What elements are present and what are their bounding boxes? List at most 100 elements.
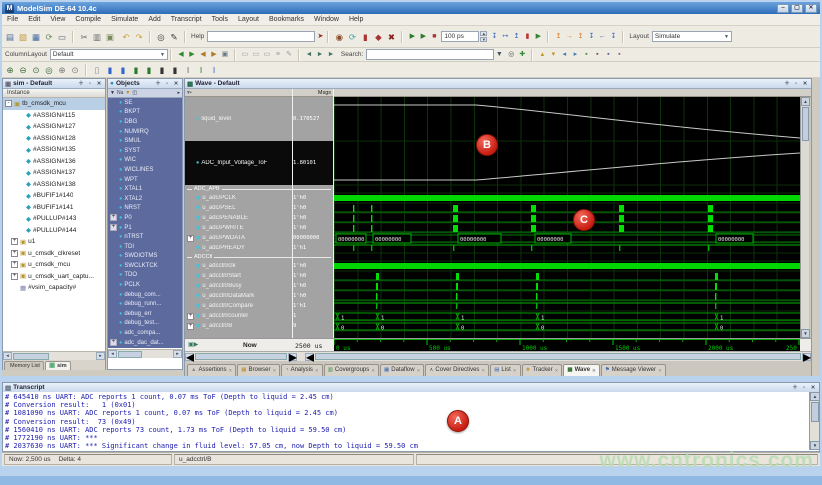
zoom-range-icon[interactable]: ◎ — [43, 64, 55, 76]
object-row[interactable]: ● WICLINES — [108, 165, 182, 175]
tree-item[interactable]: ◆ #PULLUP#144 — [3, 225, 105, 237]
cursor-i1-icon[interactable]: I — [182, 64, 194, 76]
run-stop-icon[interactable]: ■ — [429, 32, 439, 42]
scroll-right-icon[interactable]: ▸ — [96, 352, 105, 360]
expand-toggle[interactable]: + — [11, 261, 18, 268]
prev-transition-icon[interactable]: ◀ — [176, 50, 186, 60]
name-value-separator[interactable] — [292, 89, 293, 351]
wave-divider-adc-apb[interactable]: ADC_APB — [185, 185, 333, 193]
edit-grid-icon[interactable]: ≡ — [273, 50, 283, 60]
expand-toggle[interactable]: - — [5, 100, 12, 107]
scroll-down-icon[interactable]: ▼ — [801, 329, 810, 338]
scroll-left-icon[interactable]: ◂ — [185, 353, 194, 361]
bookmark-2-icon[interactable]: ▾ — [548, 50, 558, 60]
layout-select[interactable]: Simulate▼ — [652, 31, 732, 42]
objects-undock-icon[interactable]: ▫ — [163, 80, 171, 88]
wave-delete-icon[interactable]: ▮ — [156, 64, 168, 76]
tree-item[interactable]: ◆ #BUFIF1#141 — [3, 202, 105, 214]
edit-pen-icon[interactable]: ✎ — [284, 50, 294, 60]
compile-icon[interactable]: ◎ — [155, 31, 167, 43]
cursor-i2-icon[interactable]: I — [195, 64, 207, 76]
add-list-icon[interactable]: ▭ — [251, 50, 261, 60]
search-add-icon[interactable]: ✚ — [517, 50, 527, 60]
tree-item[interactable]: ◆ #ASSIGN#135 — [3, 144, 105, 156]
wave-row-psel[interactable]: ◆ u_adc/PSEL 1'h0 — [185, 203, 333, 213]
tree-item[interactable]: ◆ #PULLUP#143 — [3, 213, 105, 225]
tree-item-mcu[interactable]: + ▣ u_cmsdk_mcu — [3, 259, 105, 271]
wave-row-pwdata[interactable]: + ◆ u_adc/PWDATA 00000000 — [185, 233, 333, 243]
tab-browser[interactable]: ▦ Browser ✕ — [237, 364, 280, 376]
tab-message-viewer[interactable]: ⚑ Message Viewer ✕ — [601, 364, 666, 376]
prev-edge-icon[interactable]: ◀ — [198, 50, 208, 60]
kill-icon[interactable]: ◆ — [372, 31, 384, 43]
tree-item-clkreset[interactable]: + ▣ u_cmsdk_clkreset — [3, 248, 105, 260]
instance-column-header[interactable]: Instance — [3, 89, 105, 98]
tab-sim[interactable]: ▣ sim — [45, 361, 71, 370]
tab-close-icon[interactable]: ✕ — [592, 365, 596, 376]
run-length-field[interactable]: 100 ps — [441, 31, 479, 42]
object-row[interactable]: ● TDI — [108, 242, 182, 252]
scroll-left-icon[interactable]: ◂ — [3, 352, 12, 360]
find-all-icon[interactable]: ► — [326, 50, 336, 60]
zoom-cursor-icon[interactable]: ⊕ — [56, 64, 68, 76]
expand-toggle[interactable]: + — [110, 224, 117, 231]
object-row[interactable]: ● XTAL2 — [108, 194, 182, 204]
expand-toggle[interactable]: + — [187, 323, 194, 330]
run-length-spinner[interactable]: ▲▼ — [480, 31, 487, 42]
remove-all-icon[interactable]: ↧ — [608, 32, 618, 42]
menu-item[interactable]: File — [2, 14, 23, 26]
wave-canvas[interactable]: 0000000000000000000000000000000000000000… — [334, 97, 800, 338]
object-row[interactable]: + ● adc_dac_dat... — [108, 338, 182, 348]
wave-column-header[interactable]: ▾▪ Msgs — [185, 89, 811, 97]
expand-toggle[interactable]: + — [187, 235, 194, 242]
menu-item[interactable]: Transcript — [166, 14, 207, 26]
object-row[interactable]: ● SYST — [108, 146, 182, 156]
wave-header-icon[interactable]: ▾▪ — [187, 90, 192, 96]
tab-dataflow[interactable]: ▦ Dataflow ✕ — [380, 364, 424, 376]
insert-last-icon[interactable]: ↥ — [575, 32, 585, 42]
cursor-lock-icon[interactable]: ▣ — [220, 50, 230, 60]
expand-toggle[interactable]: + — [110, 339, 117, 346]
tab-close-icon[interactable]: ✕ — [315, 365, 319, 376]
wave-row-counter[interactable]: + ◆ u_adcctrl/counter 1 — [185, 311, 333, 321]
scroll-up-icon[interactable]: ▲ — [810, 392, 820, 401]
object-row[interactable]: ● debug_runn... — [108, 299, 182, 309]
menu-item[interactable]: Window — [309, 14, 344, 26]
wave-insert-icon[interactable]: ▮ — [143, 64, 155, 76]
cursor-i3-icon[interactable]: I — [208, 64, 220, 76]
wave-row-penable[interactable]: ◆ u_adc/PENABLE 1'h0 — [185, 213, 333, 223]
tab-close-icon[interactable]: ✕ — [555, 365, 559, 376]
undo-icon[interactable]: ↶ — [120, 31, 132, 43]
tree-item-vsim-capacity[interactable]: ▦ #vsim_capacity# — [3, 282, 105, 294]
wave-expand-icon[interactable]: ▣▶ — [188, 341, 198, 348]
continue-run-icon[interactable]: ▶ — [533, 32, 543, 42]
add-wave-icon[interactable]: ▭ — [240, 50, 250, 60]
scroll-left-icon[interactable]: ◂ — [108, 350, 117, 358]
wave-divider-adcctl[interactable]: ADCCtl — [185, 253, 333, 261]
object-row[interactable]: ● DBG — [108, 117, 182, 127]
objects-filter-row[interactable]: ▼ Na ▼ ◫ ▸ — [108, 89, 182, 98]
tree-item[interactable]: ◆ #ASSIGN#128 — [3, 133, 105, 145]
object-row[interactable]: ● nTRST — [108, 232, 182, 242]
menu-item[interactable]: Bookmarks — [264, 14, 309, 26]
sim-panel-titlebar[interactable]: ▣ sim - Default ＋ ▫ ✕ — [3, 79, 105, 89]
wave-copy-icon[interactable]: ▮ — [117, 64, 129, 76]
object-row[interactable]: ● debug_test... — [108, 319, 182, 329]
tab-list[interactable]: ▤ List ✕ — [490, 364, 520, 376]
transcript-pin-icon[interactable]: ＋ — [791, 384, 799, 392]
zoom-in-icon[interactable]: ⊕ — [4, 64, 16, 76]
wave-row-datamark[interactable]: ◆ u_adcctrl/DataMark 1'h0 — [185, 291, 333, 301]
wave-group-icon[interactable]: ▮ — [169, 64, 181, 76]
object-row[interactable]: + ● P0 — [108, 213, 182, 223]
zoom-out-icon[interactable]: ⊖ — [17, 64, 29, 76]
objects-pin-icon[interactable]: ＋ — [154, 80, 162, 88]
canvas-scroll-right-icon[interactable]: ▸ — [802, 353, 811, 361]
tab-close-icon[interactable]: ✕ — [272, 365, 276, 376]
print-icon[interactable]: ▭ — [56, 31, 68, 43]
menu-item[interactable]: Compile — [70, 14, 106, 26]
open-folder-icon[interactable]: ▨ — [17, 31, 29, 43]
wave-row-liquid-level[interactable]: ● liquid_level 0.170527 — [185, 97, 333, 141]
bookmark-5-icon[interactable]: ▪ — [581, 50, 591, 60]
step-out-icon[interactable]: ↥ — [511, 32, 521, 42]
search-dropdown-icon[interactable]: ▼ — [494, 50, 504, 60]
